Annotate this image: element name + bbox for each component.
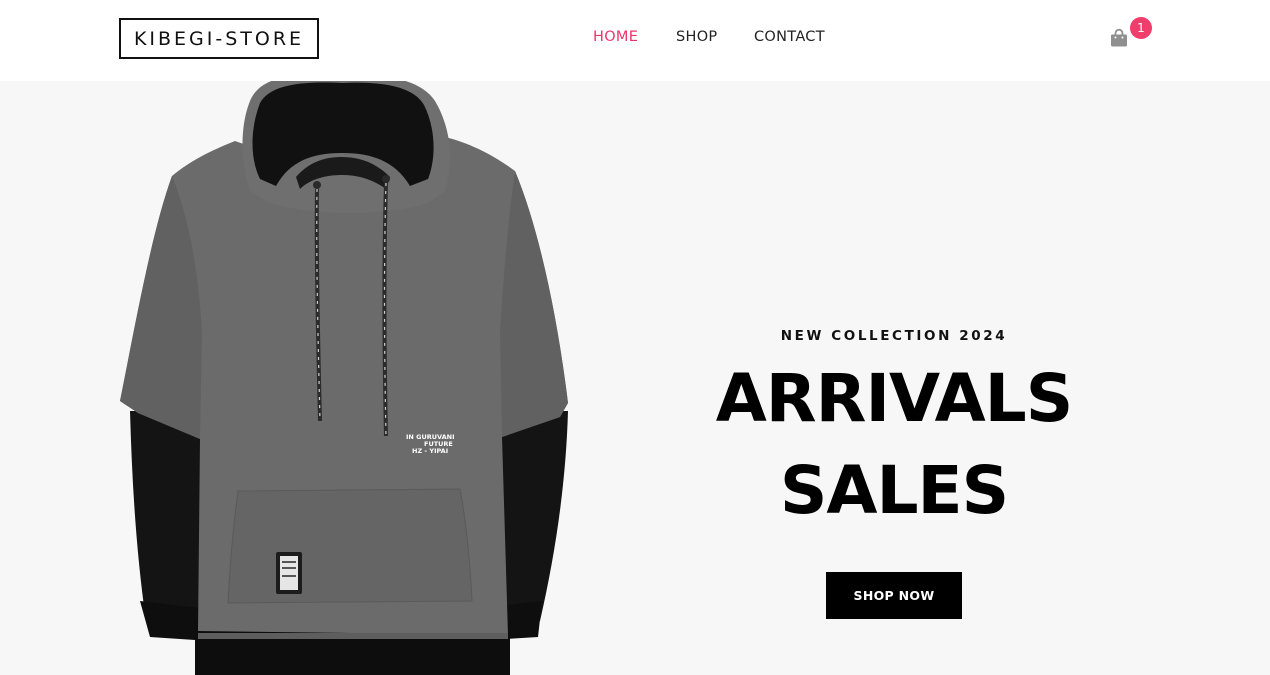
collection-eyebrow: NEW COLLECTION 2024 [780,328,1008,344]
site-header: KIBEGI-STORE HOME SHOP CONTACT 1 [0,0,1270,81]
hero-text-block: NEW COLLECTION 2024 ARRIVALS SALES SHOP … [690,81,1098,675]
cart-button[interactable] [1109,28,1131,50]
hero-headline-sales: SALES [779,452,1009,529]
main-nav: HOME SHOP CONTACT [0,29,1270,49]
shopping-bag-icon [1109,28,1131,48]
cart-count-badge: 1 [1130,17,1152,39]
nav-contact-link[interactable]: CONTACT [754,29,825,45]
hero-headline-arrivals: ARRIVALS [715,360,1074,437]
nav-home-link[interactable]: HOME [593,29,638,45]
svg-text:HZ - YIPAI: HZ - YIPAI [412,447,448,455]
nav-shop-link[interactable]: SHOP [676,29,717,45]
hoodie-product-image: IN GURUVANI FUTURE HZ - YIPAI [110,81,580,675]
hero-banner: IN GURUVANI FUTURE HZ - YIPAI NEW COLLEC… [0,81,1270,675]
shop-now-button[interactable]: SHOP NOW [826,572,962,619]
